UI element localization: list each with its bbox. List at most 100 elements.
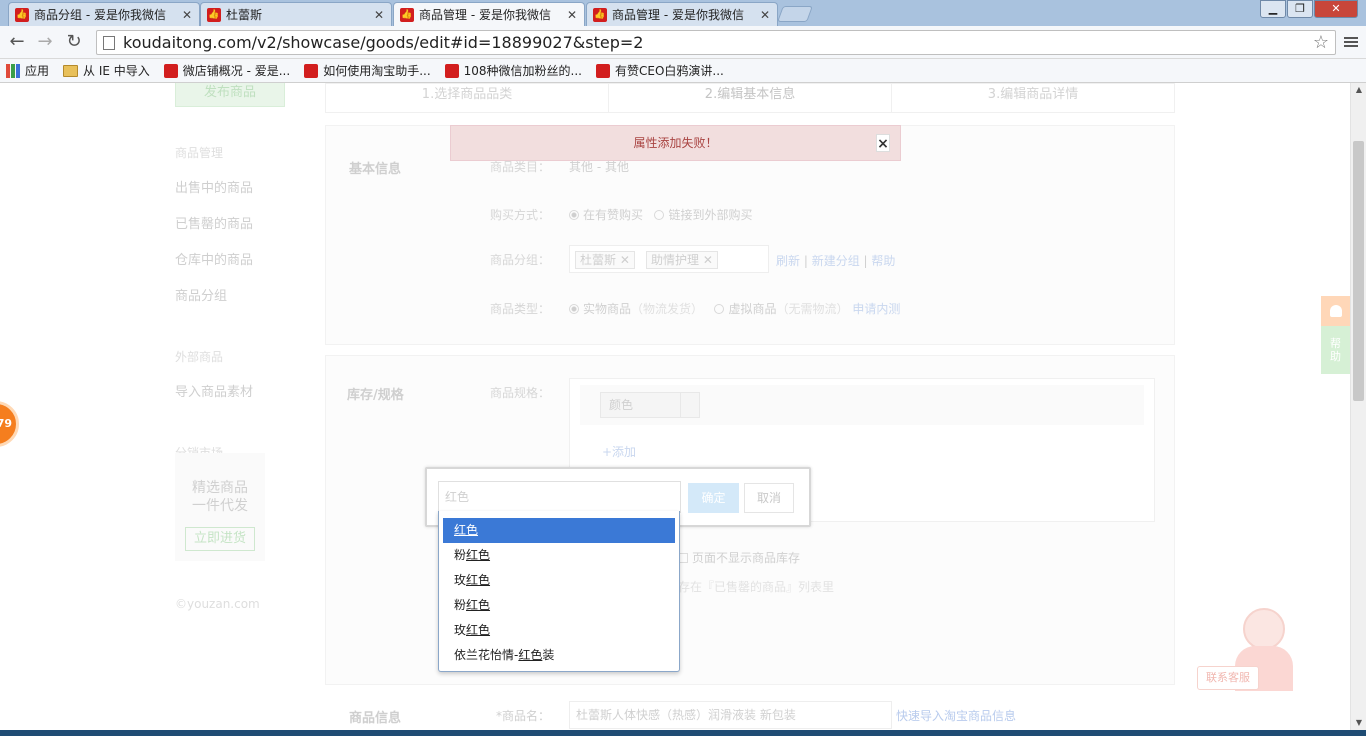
bell-icon (1329, 305, 1342, 317)
radio-virtual[interactable] (714, 304, 725, 314)
hide-stock-label: 页面不显示商品库存 (692, 551, 801, 565)
radio-buy-youzan[interactable] (569, 210, 579, 220)
new-tab-button[interactable] (777, 6, 813, 22)
bookmark-item[interactable]: 如何使用淘宝助手... (304, 62, 431, 79)
notification-tab[interactable] (1321, 296, 1350, 326)
cancel-button[interactable]: 取消 (744, 483, 794, 513)
promo-text: 精选商品 一件代发 (192, 480, 248, 514)
apply-test-link[interactable]: 申请内测 (852, 302, 900, 316)
goods-name-input[interactable]: 杜蕾斯人体快感（热感）润滑液装 新包装 (569, 701, 892, 729)
spec-select[interactable]: 颜色 (600, 392, 700, 418)
refresh-link[interactable]: 刷新 (776, 254, 800, 268)
sidebar-item-on-sale[interactable]: 出售中的商品 (175, 177, 253, 196)
notification-badge[interactable]: 79 (0, 401, 19, 447)
step-2[interactable]: 2.编辑基本信息 (609, 84, 892, 112)
browser-tab-active[interactable]: 👍 商品管理 - 爱是你我微信 ✕ (393, 2, 585, 26)
bookmark-star-icon[interactable]: ☆ (1313, 32, 1329, 53)
help-tab[interactable]: 帮 助 (1321, 326, 1350, 374)
close-tab-icon[interactable]: ✕ (181, 8, 193, 22)
close-window-button[interactable]: ✕ (1314, 0, 1358, 18)
spec-value-input[interactable]: 红色 (438, 481, 681, 513)
close-tab-icon[interactable]: ✕ (566, 8, 578, 22)
buy-opt2-label: 链接到外部购买 (668, 208, 753, 222)
customer-service-label[interactable]: 联系客服 (1197, 666, 1259, 690)
group-links: 刷新 | 新建分组 | 帮助 (776, 254, 896, 268)
remove-tag-icon[interactable]: ✕ (620, 253, 630, 267)
youzan-favicon-icon (444, 63, 459, 78)
bookmark-item[interactable]: 108种微信加粉丝的... (444, 62, 582, 79)
type-opt2-label: 虚拟商品 (728, 302, 777, 316)
back-arrow-icon[interactable]: ← (6, 31, 28, 53)
option-prefix: 粉 (454, 548, 467, 562)
scroll-down-icon[interactable]: ▼ (1351, 716, 1366, 730)
help-link[interactable]: 帮助 (871, 254, 895, 268)
bookmark-ie-import[interactable]: 从 IE 中导入 (63, 62, 150, 79)
alert-message: 属性添加失败！ (633, 136, 718, 150)
bookmark-item[interactable]: 有赞CEO白鸦演讲... (596, 62, 724, 79)
youzan-favicon-icon: 👍 (400, 7, 414, 22)
url-text[interactable]: koudaitong.com/v2/showcase/goods/edit#id… (123, 33, 1313, 52)
autocomplete-option[interactable]: 玫红色 (443, 618, 675, 643)
close-tab-icon[interactable]: ✕ (759, 8, 771, 22)
option-match: 红色 (466, 598, 491, 612)
sidebar-item-warehouse[interactable]: 仓库中的商品 (175, 249, 253, 268)
close-alert-icon[interactable]: × (876, 134, 890, 152)
scroll-thumb[interactable] (1353, 141, 1364, 401)
menu-icon[interactable] (1344, 35, 1358, 49)
maximize-button[interactable]: ❐ (1287, 0, 1313, 18)
autocomplete-option[interactable]: 粉红色 (443, 593, 675, 618)
reload-icon[interactable]: ↻ (63, 31, 85, 53)
promo-stock-button[interactable]: 立即进货 (185, 527, 255, 551)
tab-strip: 👍 商品分组 - 爱是你我微信 ✕ 👍 杜蕾斯 ✕ 👍 商品管理 - 爱是你我微… (0, 0, 1366, 26)
autocomplete-option[interactable]: 依兰花怡情-红色装 (443, 643, 675, 668)
page-content: 发布商品 商品管理 出售中的商品 已售罄的商品 仓库中的商品 商品分组 外部商品… (0, 83, 1350, 730)
tag-label: 杜蕾斯 (580, 253, 617, 267)
radio-physical[interactable] (569, 304, 579, 314)
browser-tab[interactable]: 👍 商品管理 - 爱是你我微信 ✕ (586, 2, 778, 26)
step-1[interactable]: 1.选择商品品类 (326, 84, 609, 112)
youzan-favicon-icon (163, 63, 178, 78)
add-spec-value-link[interactable]: +添加 (602, 443, 636, 460)
confirm-button[interactable]: 确定 (688, 483, 739, 513)
hide-stock-option[interactable]: 页面不显示商品库存 (678, 549, 800, 566)
autocomplete-option[interactable]: 红色 (443, 518, 675, 543)
bookmark-item[interactable]: 微店铺概况 - 爱是... (163, 62, 290, 79)
autocomplete-dropdown: 红色 粉红色 玫红色 粉红色 玫红色 依兰花怡情-红色装 (438, 511, 680, 672)
browser-tab[interactable]: 👍 商品分组 - 爱是你我微信 ✕ (8, 2, 200, 26)
scroll-up-icon[interactable]: ▲ (1351, 83, 1366, 97)
step-3[interactable]: 3.编辑商品详情 (892, 84, 1174, 112)
sidebar-item-groups[interactable]: 商品分组 (175, 285, 227, 304)
type-opt1-note: （物流发货） (631, 302, 704, 316)
option-prefix: 依兰花怡情- (454, 648, 519, 662)
group-tag-input[interactable]: 杜蕾斯 ✕ 助情护理 ✕ (569, 245, 769, 273)
autocomplete-option[interactable]: 玫红色 (443, 568, 675, 593)
os-taskbar (0, 730, 1366, 736)
add-spec-link-text: +添加 (602, 445, 637, 459)
group-label: 商品分组： (490, 253, 551, 267)
goods-info-title: 商品信息 (349, 711, 402, 726)
customer-service-widget[interactable]: 联系客服 (1197, 606, 1293, 692)
sidebar-item-import[interactable]: 导入商品素材 (175, 381, 253, 400)
browser-tab[interactable]: 👍 杜蕾斯 ✕ (200, 2, 392, 26)
new-group-link[interactable]: 新建分组 (812, 254, 860, 268)
sidebar-item-sold-out[interactable]: 已售罄的商品 (175, 213, 253, 232)
buy-method-options: 在有赞购买 链接到外部购买 (569, 206, 752, 223)
minimize-button[interactable]: ▁ (1260, 0, 1286, 18)
close-tab-icon[interactable]: ✕ (373, 8, 385, 22)
type-opt1-label: 实物商品 (583, 302, 632, 316)
address-bar[interactable]: koudaitong.com/v2/showcase/goods/edit#id… (96, 30, 1336, 55)
option-suffix: 装 (542, 648, 555, 662)
page-scrollbar[interactable]: ▲ ▼ (1350, 83, 1366, 730)
remove-tag-icon[interactable]: ✕ (703, 253, 713, 267)
autocomplete-option[interactable]: 粉红色 (443, 543, 675, 568)
radio-buy-external[interactable] (654, 210, 665, 220)
taobao-link-text: 快速导入淘宝商品信息 (896, 709, 1017, 723)
apps-grid-icon (6, 63, 20, 78)
browser-chrome: 👍 商品分组 - 爱是你我微信 ✕ 👍 杜蕾斯 ✕ 👍 商品管理 - 爱是你我微… (0, 0, 1366, 83)
taobao-import-link[interactable]: 快速导入淘宝商品信息 (896, 707, 1016, 724)
navigation-bar: ← → ↻ koudaitong.com/v2/showcase/goods/e… (0, 26, 1366, 59)
publish-goods-button[interactable]: 发布商品 (175, 83, 285, 107)
bookmark-apps[interactable]: 应用 (6, 62, 49, 79)
error-alert: 属性添加失败！ × (450, 125, 901, 161)
forward-arrow-icon[interactable]: → (34, 31, 56, 53)
